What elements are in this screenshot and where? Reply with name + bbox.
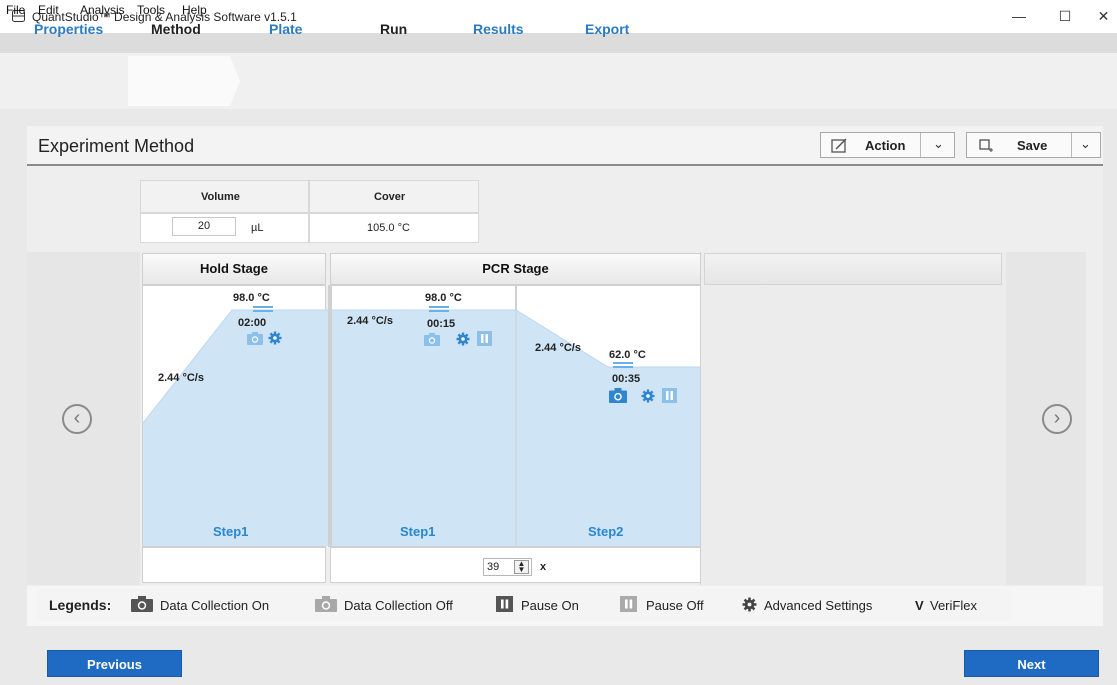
close-button[interactable]: ✕: [1090, 4, 1117, 28]
camera-on-icon: [131, 596, 153, 612]
hold-stage-header[interactable]: Hold Stage: [142, 253, 326, 285]
edit-icon: [831, 138, 847, 153]
gear-icon[interactable]: [456, 332, 470, 346]
legend-advanced-settings: Advanced Settings: [764, 598, 873, 613]
hold-cycles-cell: [142, 547, 326, 583]
hold-step1-label: Step1: [213, 524, 249, 539]
cycles-suffix: x: [540, 561, 547, 573]
legend-veriflex: VeriFlex: [930, 598, 977, 613]
save-button[interactable]: Save ⌄: [966, 132, 1101, 158]
tab-run[interactable]: Run: [380, 21, 407, 37]
tab-export[interactable]: Export: [585, 21, 629, 37]
cycles-stepper[interactable]: 39 ▲ ▼: [483, 558, 532, 576]
veriflex-icon: V: [915, 598, 924, 613]
maximize-button[interactable]: ☐: [1048, 4, 1082, 28]
menu-edit[interactable]: Edit: [38, 3, 59, 17]
chevron-down-icon[interactable]: ⌄: [1080, 136, 1091, 152]
hold-step1-time[interactable]: 02:00: [238, 317, 266, 329]
chevron-down-icon[interactable]: ⌄: [933, 136, 944, 152]
legend-pause-on: Pause On: [521, 598, 579, 613]
tab-plate[interactable]: Plate: [269, 21, 302, 37]
gear-icon: [742, 597, 757, 612]
pcr-step2-ramp-rate[interactable]: 2.44 °C/s: [535, 342, 581, 354]
hold-step1-temperature[interactable]: 98.0 °C: [233, 292, 270, 304]
pause-off-icon: [620, 596, 637, 612]
save-icon: [979, 139, 993, 152]
pcr-step1-ramp-rate[interactable]: 2.44 °C/s: [347, 315, 393, 327]
temperature-handle[interactable]: [429, 306, 449, 312]
empty-stage-slot: [700, 252, 1006, 585]
panel-title: Experiment Method: [38, 136, 195, 156]
pcr-stage-header[interactable]: PCR Stage: [330, 253, 701, 285]
gear-icon[interactable]: [268, 331, 282, 345]
menu-file[interactable]: File: [6, 3, 25, 17]
legend-data-collection-on: Data Collection On: [160, 598, 270, 613]
scroll-left-button[interactable]: ‹: [62, 404, 92, 434]
temperature-handle[interactable]: [253, 306, 273, 312]
previous-button[interactable]: Previous: [47, 650, 182, 677]
pause-off-icon[interactable]: [477, 331, 492, 346]
empty-stage-header: [704, 253, 1002, 285]
cover-temperature[interactable]: 105.0 °C: [367, 222, 410, 234]
camera-on-icon[interactable]: [609, 388, 627, 403]
cycles-value[interactable]: 39: [487, 561, 499, 573]
tab-method[interactable]: Method: [151, 21, 201, 37]
pcr-step1-time[interactable]: 00:15: [427, 318, 455, 330]
camera-off-icon: [315, 596, 337, 612]
tab-properties[interactable]: Properties: [34, 21, 103, 37]
spinner-arrows-icon[interactable]: ▲ ▼: [514, 560, 529, 574]
pcr-step1-temperature[interactable]: 98.0 °C: [425, 292, 462, 304]
camera-off-icon[interactable]: [424, 333, 440, 346]
temperature-handle[interactable]: [613, 362, 633, 368]
menu-help[interactable]: Help: [182, 3, 207, 17]
pcr-step2-temperature[interactable]: 62.0 °C: [609, 349, 646, 361]
scroll-right-button[interactable]: ›: [1042, 404, 1072, 434]
legend-title: Legends:: [49, 597, 112, 613]
action-label: Action: [865, 138, 906, 153]
legend-data-collection-off: Data Collection Off: [344, 598, 453, 613]
gear-icon[interactable]: [641, 389, 655, 403]
volume-header-label: Volume: [201, 191, 240, 203]
divider: [1071, 133, 1072, 157]
pause-off-icon[interactable]: [662, 388, 677, 403]
cover-header-label: Cover: [374, 191, 406, 203]
volume-unit: µL: [251, 222, 264, 234]
menu-analysis[interactable]: Analysis: [80, 3, 125, 17]
next-button[interactable]: Next: [964, 650, 1099, 677]
temperature-profile: [142, 285, 700, 547]
pcr-step2-label: Step2: [588, 524, 624, 539]
hold-step1-ramp-rate[interactable]: 2.44 °C/s: [158, 372, 204, 384]
legend-pause-off: Pause Off: [646, 598, 704, 613]
volume-input[interactable]: 20: [172, 217, 236, 236]
camera-off-icon[interactable]: [247, 332, 263, 345]
pcr-step2-time[interactable]: 00:35: [612, 373, 640, 385]
divider: [920, 133, 921, 157]
tab-results[interactable]: Results: [473, 21, 524, 37]
pause-on-icon: [496, 596, 513, 612]
menu-tools[interactable]: Tools: [137, 3, 165, 17]
action-button[interactable]: Action ⌄: [820, 132, 955, 158]
active-tab-highlight: [128, 56, 240, 106]
minimize-button[interactable]: —: [1002, 4, 1036, 28]
pcr-step1-label: Step1: [400, 524, 436, 539]
save-label: Save: [1017, 138, 1048, 153]
